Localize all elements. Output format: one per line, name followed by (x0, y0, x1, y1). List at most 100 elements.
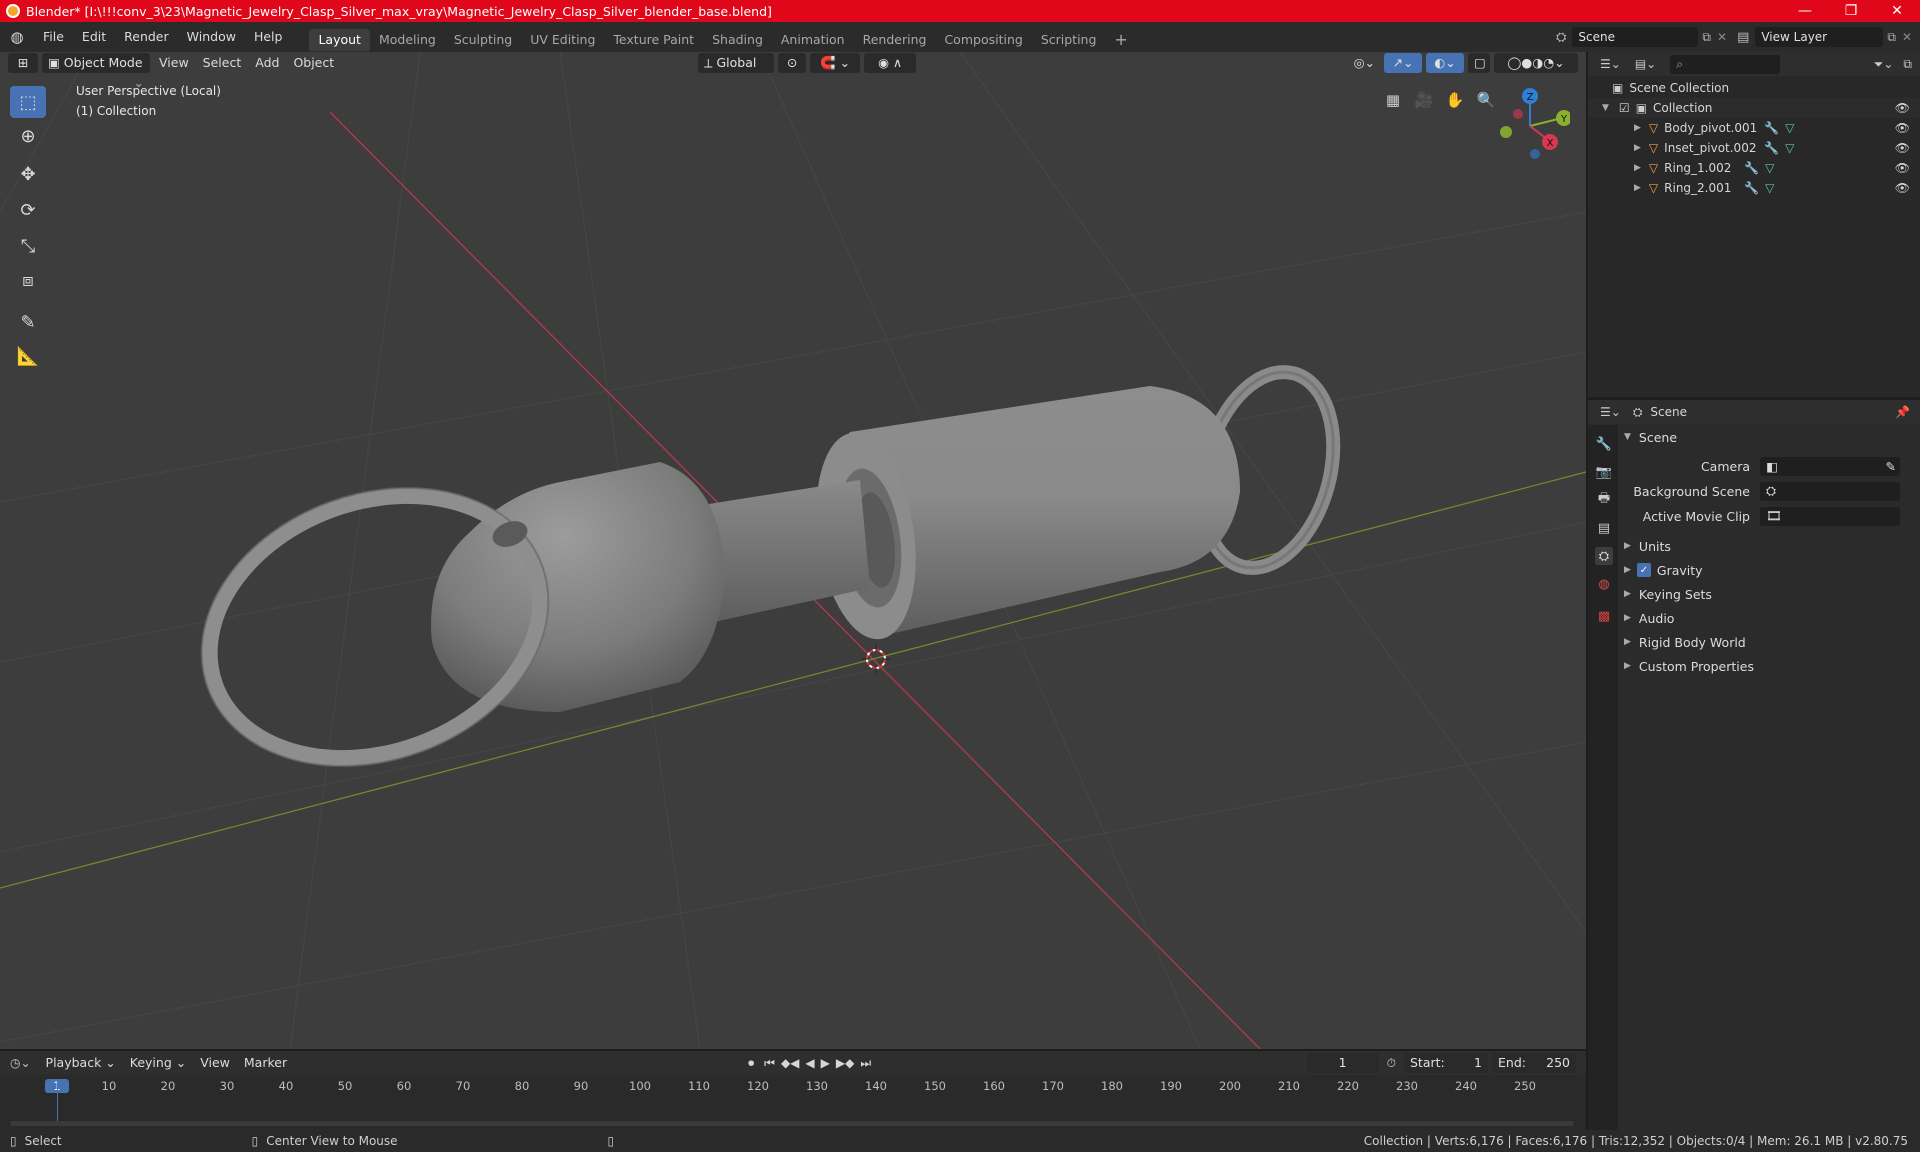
scene-selector-icon[interactable]: ⛭ (1556, 30, 1566, 45)
filter-icon[interactable]: ⏷⌄ (1874, 57, 1894, 72)
jump-end-icon[interactable]: ⏭ (860, 1056, 871, 1071)
new-scene-icon[interactable]: ⧉ (1702, 30, 1711, 45)
view-layer-field[interactable]: View Layer (1755, 27, 1884, 47)
visibility-selector-icon[interactable]: ◎⌄ (1347, 53, 1382, 73)
menu-timeline-view[interactable]: View (193, 1053, 237, 1073)
render-tab-icon[interactable]: 📷 (1595, 463, 1613, 481)
move-tool-icon[interactable]: ✥ (10, 158, 46, 190)
orientation-selector[interactable]: ⟂ Global (698, 53, 775, 73)
visibility-eye-icon[interactable]: 👁 (1895, 181, 1910, 195)
mesh-data-icon[interactable]: ▽ (1765, 161, 1774, 175)
units-panel-header[interactable]: ▶ Units (1620, 535, 1916, 557)
delete-view-layer-icon[interactable]: ✕ (1902, 30, 1912, 44)
menu-render[interactable]: Render (115, 22, 178, 52)
current-frame-field[interactable]: 1 (1306, 1053, 1379, 1073)
modifier-wrench-icon[interactable]: 🔧 (1744, 181, 1759, 195)
pivot-point-icon[interactable]: ⊙ (778, 53, 807, 73)
editor-type-icon[interactable]: ⊞ (8, 53, 38, 73)
close-button[interactable]: ✕ (1874, 0, 1920, 22)
menu-add[interactable]: Add (248, 53, 286, 73)
rigid-body-world-panel-header[interactable]: ▶ Rigid Body World (1620, 631, 1916, 653)
playhead-line[interactable] (57, 1079, 58, 1123)
jump-start-icon[interactable]: ⏮ (764, 1056, 775, 1071)
expand-triangle-icon[interactable]: ▶ (1634, 163, 1641, 173)
modifier-wrench-icon[interactable]: 🔧 (1744, 161, 1759, 175)
audio-panel-header[interactable]: ▶ Audio (1620, 607, 1916, 629)
new-view-layer-icon[interactable]: ⧉ (1887, 30, 1896, 45)
tab-rendering[interactable]: Rendering (854, 29, 936, 51)
outliner-editor-type-icon[interactable]: ☰⌄ (1600, 57, 1621, 71)
background-scene-field[interactable]: ⛭ (1760, 481, 1900, 501)
menu-help[interactable]: Help (245, 22, 292, 52)
3d-viewport[interactable] (0, 52, 1586, 1049)
select-box-tool-icon[interactable]: ⬚ (10, 86, 46, 118)
outliner-row-scene-collection[interactable]: ▣ Scene Collection (1588, 78, 1920, 98)
mesh-data-icon[interactable]: ▽ (1765, 181, 1774, 195)
navigation-gizmo[interactable]: Z Y X (1490, 84, 1570, 164)
visibility-eye-icon[interactable]: 👁 (1895, 121, 1910, 135)
play-reverse-icon[interactable]: ◀ (805, 1056, 814, 1070)
add-workspace-button[interactable]: + (1105, 29, 1136, 51)
tab-texture-paint[interactable]: Texture Paint (604, 29, 703, 51)
menu-select[interactable]: Select (196, 53, 249, 73)
expand-triangle-icon[interactable]: ▶ (1634, 123, 1641, 133)
display-mode-icon[interactable]: ▤⌄ (1635, 57, 1656, 71)
outliner-search-input[interactable]: ⌕ (1670, 54, 1781, 74)
eyedropper-icon[interactable]: ✎ (1886, 459, 1896, 474)
gizmo-toggle-icon[interactable]: ↗⌄ (1384, 53, 1422, 73)
mesh-data-icon[interactable]: ▽ (1785, 141, 1794, 155)
minimize-button[interactable]: — (1782, 0, 1828, 22)
tab-layout[interactable]: Layout (309, 29, 370, 51)
timeline-editor-type-icon[interactable]: ◷⌄ (10, 1056, 31, 1070)
timeline-ruler[interactable]: 1102030405060708090100110120130140150160… (0, 1077, 1586, 1097)
expand-triangle-icon[interactable]: ▶ (1634, 183, 1641, 193)
preview-range-icon[interactable]: ⏱ (1387, 1056, 1396, 1071)
pan-view-icon[interactable]: ✋ (1441, 86, 1469, 114)
snap-icon[interactable]: 🧲 ⌄ (810, 53, 861, 73)
annotate-tool-icon[interactable]: ✎ (10, 306, 46, 338)
outliner-row-collection[interactable]: ▼ ☑ ▣ Collection 👁 (1588, 98, 1920, 118)
properties-editor-type-icon[interactable]: ☰⌄ (1600, 405, 1621, 419)
output-tab-icon[interactable]: 🖶 (1595, 491, 1613, 509)
xray-toggle-icon[interactable]: ▢ (1468, 53, 1490, 73)
menu-playback[interactable]: Playback ⌄ (39, 1053, 123, 1073)
scale-tool-icon[interactable]: ⤡ (10, 230, 46, 262)
tab-scripting[interactable]: Scripting (1032, 29, 1106, 51)
tab-uv-editing[interactable]: UV Editing (521, 29, 604, 51)
overlay-toggle-icon[interactable]: ◐⌄ (1426, 53, 1464, 73)
start-frame-field[interactable]: Start: 1 (1404, 1053, 1488, 1073)
menu-object[interactable]: Object (286, 53, 341, 73)
rotate-tool-icon[interactable]: ⟳ (10, 194, 46, 226)
measure-tool-icon[interactable]: 📐 (10, 340, 46, 372)
shading-modes-icon[interactable]: ◯●◑◔⌄ (1494, 53, 1578, 73)
tool-tab-icon[interactable]: 🔧 (1595, 435, 1613, 453)
pin-icon[interactable]: 📌 (1895, 405, 1910, 419)
maximize-button[interactable]: ❐ (1828, 0, 1874, 22)
scene-tab-icon[interactable]: ⛭ (1595, 547, 1613, 565)
cursor-tool-icon[interactable]: ⊕ (10, 120, 46, 152)
transform-tool-icon[interactable]: ⧈ (10, 264, 46, 296)
proportional-editing-icon[interactable]: ◉ ∧ (864, 53, 917, 73)
tab-modeling[interactable]: Modeling (370, 29, 445, 51)
jump-keyframe-back-icon[interactable]: ◆◀ (781, 1056, 799, 1070)
tab-animation[interactable]: Animation (772, 29, 854, 51)
tab-compositing[interactable]: Compositing (935, 29, 1031, 51)
outliner-row-object[interactable]: ▶ ▽ Ring_1.002 🔧 ▽ 👁 (1588, 158, 1920, 178)
camera-field[interactable]: ◧ ✎ (1760, 456, 1900, 476)
mesh-data-icon[interactable]: ▽ (1785, 121, 1794, 135)
visibility-eye-icon[interactable]: 👁 (1895, 141, 1910, 155)
menu-keying[interactable]: Keying ⌄ (123, 1053, 193, 1073)
outliner-row-object[interactable]: ▶ ▽ Ring_2.001 🔧 ▽ 👁 (1588, 178, 1920, 198)
gravity-panel-header[interactable]: ▶ ✓ Gravity (1620, 559, 1916, 581)
keying-sets-panel-header[interactable]: ▶ Keying Sets (1620, 583, 1916, 605)
timeline-scrollbar[interactable] (10, 1121, 1574, 1126)
expand-triangle-icon[interactable]: ▶ (1634, 143, 1641, 153)
texture-tab-icon[interactable]: ▩ (1595, 607, 1613, 625)
scene-panel-header[interactable]: ▼ Scene (1620, 426, 1916, 448)
view-layer-tab-icon[interactable]: ▤ (1595, 519, 1613, 537)
toggle-grid-view-icon[interactable]: ▦ (1379, 86, 1407, 114)
expand-triangle-icon[interactable]: ▼ (1602, 103, 1609, 113)
record-button-icon[interactable]: ⏺ (748, 1056, 754, 1071)
modifier-wrench-icon[interactable]: 🔧 (1764, 121, 1779, 135)
new-collection-icon[interactable]: ⧉ (1903, 57, 1912, 72)
